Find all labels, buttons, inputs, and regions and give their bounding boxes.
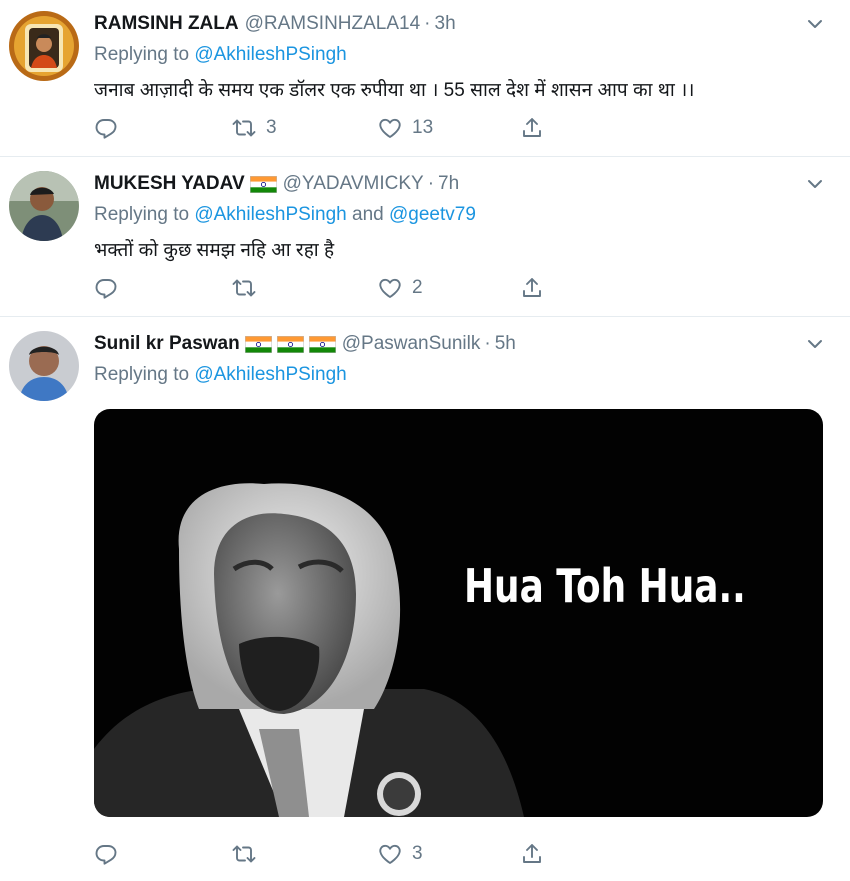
replying-to-label: Replying to bbox=[94, 364, 195, 385]
mention-link-2[interactable]: @geetv79 bbox=[389, 204, 476, 225]
share-button[interactable] bbox=[520, 839, 544, 869]
share-icon bbox=[520, 842, 544, 866]
share-button[interactable] bbox=[520, 273, 544, 303]
india-flag-icon bbox=[245, 336, 272, 353]
timestamp[interactable]: 3h bbox=[435, 13, 456, 35]
india-flag-icon bbox=[309, 336, 336, 353]
tweet-text: जनाब आज़ादी के समय एक डॉलर एक रुपीया था … bbox=[94, 80, 695, 101]
reply-button[interactable] bbox=[94, 273, 128, 303]
retweet-button[interactable]: 3 bbox=[232, 113, 277, 143]
avatar[interactable] bbox=[9, 331, 79, 401]
tweet-header: RAMSINH ZALA @RAMSINHZALA14 · 3h bbox=[94, 11, 456, 37]
avatar[interactable] bbox=[9, 171, 79, 241]
like-button[interactable]: 3 bbox=[378, 839, 423, 869]
separator-dot: · bbox=[484, 333, 491, 354]
tweet-ramsinh-zala[interactable]: RAMSINH ZALA @RAMSINHZALA14 · 3h Replyin… bbox=[0, 0, 850, 157]
tweet-text: भक्तों को कुछ समझ नहि आ रहा है bbox=[94, 240, 335, 261]
avatar[interactable] bbox=[9, 11, 79, 81]
replying-to: Replying to @AkhileshPSingh and @geetv79 bbox=[94, 204, 476, 226]
timestamp[interactable]: 7h bbox=[438, 173, 459, 195]
reply-button[interactable] bbox=[94, 113, 128, 143]
tweet-sunil-kr-paswan[interactable]: Sunil kr Paswan @PaswanSunilk · 5h Reply… bbox=[0, 317, 850, 881]
display-name[interactable]: RAMSINH ZALA bbox=[94, 13, 239, 35]
timestamp[interactable]: 5h bbox=[495, 333, 516, 355]
replying-to: Replying to @AkhileshPSingh bbox=[94, 364, 347, 386]
like-icon bbox=[378, 842, 402, 866]
retweet-button[interactable] bbox=[232, 839, 266, 869]
reply-button[interactable] bbox=[94, 839, 128, 869]
chevron-down-icon[interactable] bbox=[806, 15, 824, 33]
separator-dot: · bbox=[427, 173, 435, 194]
like-icon bbox=[378, 276, 402, 300]
reply-icon bbox=[94, 842, 118, 866]
meme-photo bbox=[94, 483, 524, 817]
share-icon bbox=[520, 276, 544, 300]
share-icon bbox=[520, 116, 544, 140]
retweet-icon bbox=[232, 842, 256, 866]
retweet-icon bbox=[232, 276, 256, 300]
replying-to-label: Replying to bbox=[94, 204, 195, 225]
tweet-header: Sunil kr Paswan @PaswanSunilk · 5h bbox=[94, 331, 516, 357]
tweet-actions: 2 bbox=[94, 273, 554, 303]
share-button[interactable] bbox=[520, 113, 544, 143]
replying-to: Replying to @AkhileshPSingh bbox=[94, 44, 347, 66]
reply-icon bbox=[94, 276, 118, 300]
display-name[interactable]: Sunil kr Paswan bbox=[94, 333, 240, 355]
retweet-count: 3 bbox=[266, 117, 277, 138]
reply-icon bbox=[94, 116, 118, 140]
like-count: 3 bbox=[412, 843, 423, 864]
like-icon bbox=[378, 116, 402, 140]
like-button[interactable]: 2 bbox=[378, 273, 423, 303]
retweet-button[interactable] bbox=[232, 273, 266, 303]
mention-link[interactable]: @AkhileshPSingh bbox=[194, 44, 346, 65]
user-handle[interactable]: @PaswanSunilk bbox=[342, 333, 481, 355]
like-count: 2 bbox=[412, 277, 423, 298]
tweet-mukesh-yadav[interactable]: MUKESH YADAV @YADAVMICKY · 7h Replying t… bbox=[0, 157, 850, 317]
user-handle[interactable]: @RAMSINHZALA14 bbox=[245, 13, 421, 35]
retweet-icon bbox=[232, 116, 256, 140]
mention-link[interactable]: @AkhileshPSingh bbox=[194, 204, 346, 225]
replying-to-label: Replying to bbox=[94, 44, 195, 65]
india-flag-icon bbox=[277, 336, 304, 353]
like-count: 13 bbox=[412, 117, 434, 138]
india-flag-icon bbox=[250, 176, 277, 193]
like-button[interactable]: 13 bbox=[378, 113, 433, 143]
chevron-down-icon[interactable] bbox=[806, 175, 824, 193]
display-name[interactable]: MUKESH YADAV bbox=[94, 173, 245, 195]
separator-dot: · bbox=[424, 13, 431, 34]
tweet-header: MUKESH YADAV @YADAVMICKY · 7h bbox=[94, 171, 459, 197]
replying-and: and bbox=[346, 204, 389, 225]
meme-caption: Hua Toh Hua.. bbox=[464, 559, 746, 613]
tweet-actions: 3 bbox=[94, 839, 554, 869]
chevron-down-icon[interactable] bbox=[806, 335, 824, 353]
user-handle[interactable]: @YADAVMICKY bbox=[283, 173, 424, 195]
tweet-media-image[interactable]: Hua Toh Hua.. bbox=[94, 409, 823, 817]
tweet-actions: 3 13 bbox=[94, 113, 554, 143]
mention-link[interactable]: @AkhileshPSingh bbox=[194, 364, 346, 385]
